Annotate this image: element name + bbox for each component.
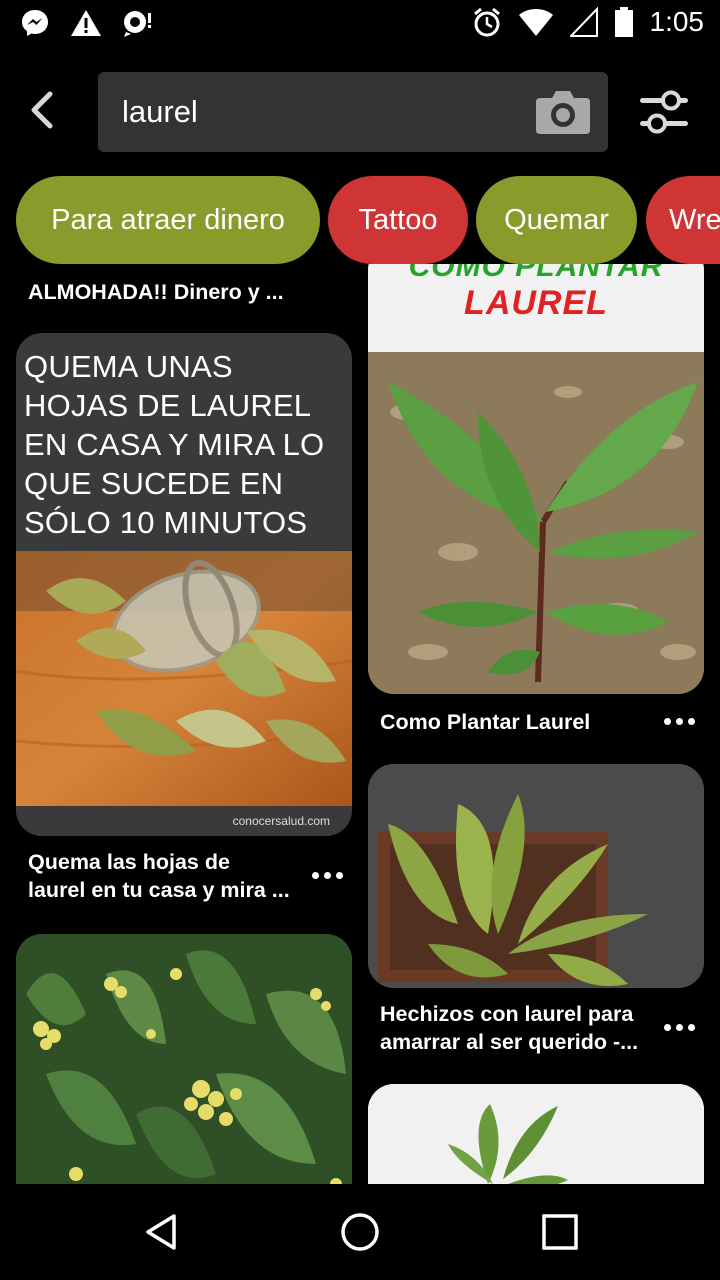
cell-signal-icon [569, 7, 598, 37]
camera-icon[interactable] [534, 88, 592, 136]
battery-icon [614, 7, 633, 37]
messenger-icon [22, 10, 48, 36]
chip-para-atraer-dinero[interactable]: Para atraer dinero [16, 176, 320, 264]
pin-image-laurel-flowers[interactable] [16, 934, 352, 1184]
bay-leaves-jar-photo [16, 551, 352, 807]
laurel-plant-photo [368, 352, 704, 694]
pin-feed: ALMOHADA!! Dinero y ... QUEMA UNAS HOJAS… [0, 264, 720, 1184]
search-query: laurel [122, 94, 198, 129]
pin-image-text: QUEMA UNAS HOJAS DE LAUREL EN CASA Y MIR… [24, 349, 325, 540]
pin-caption[interactable]: Hechizos con laurel para amarrar al ser … [380, 1000, 670, 1056]
pin-image-text: COMO PLANTAR LAUREL [368, 264, 704, 352]
pin-image-quema[interactable]: QUEMA UNAS HOJAS DE LAUREL EN CASA Y MIR… [16, 333, 352, 836]
pin-caption[interactable]: Quema las hojas de laurel en tu casa y m… [28, 848, 318, 904]
more-options-icon[interactable] [664, 1024, 698, 1034]
back-arrow-icon[interactable] [22, 88, 62, 132]
suggestion-chips: Para atraer dinero Tattoo Quemar Wre [0, 176, 720, 264]
laurel-sprig-photo [368, 1084, 704, 1184]
pin-image-laurel-sprig[interactable] [368, 1084, 704, 1184]
pin-image-como-plantar[interactable]: COMO PLANTAR LAUREL [368, 264, 704, 694]
chip-tattoo[interactable]: Tattoo [328, 176, 468, 264]
chip-quemar[interactable]: Quemar [476, 176, 637, 264]
chip-partial[interactable]: Wre [646, 176, 720, 264]
alarm-icon [473, 7, 500, 37]
laurel-flowers-photo [16, 934, 352, 1184]
status-bar: 1:05 [0, 0, 720, 50]
wifi-icon [518, 9, 553, 36]
pin-watermark: conocersalud.com [232, 814, 330, 828]
pin-caption[interactable]: ALMOHADA!! Dinero y ... [28, 278, 328, 306]
pin-image-hechizos[interactable] [368, 764, 704, 988]
warning-icon [71, 10, 101, 36]
search-header: laurel [0, 50, 720, 170]
system-nav-bar [0, 1184, 720, 1280]
clock: 1:05 [649, 6, 705, 37]
filter-sliders-icon[interactable] [638, 86, 690, 138]
more-options-icon[interactable] [312, 872, 346, 882]
nav-back-icon[interactable] [140, 1210, 184, 1254]
pin-caption[interactable]: Como Plantar Laurel [380, 708, 670, 736]
search-input[interactable]: laurel [98, 72, 608, 152]
bay-leaves-tray-photo [368, 764, 704, 988]
nav-recents-icon[interactable] [538, 1210, 582, 1254]
nav-home-icon[interactable] [338, 1210, 382, 1254]
more-options-icon[interactable] [664, 718, 698, 728]
chat-notification-icon [124, 11, 151, 37]
